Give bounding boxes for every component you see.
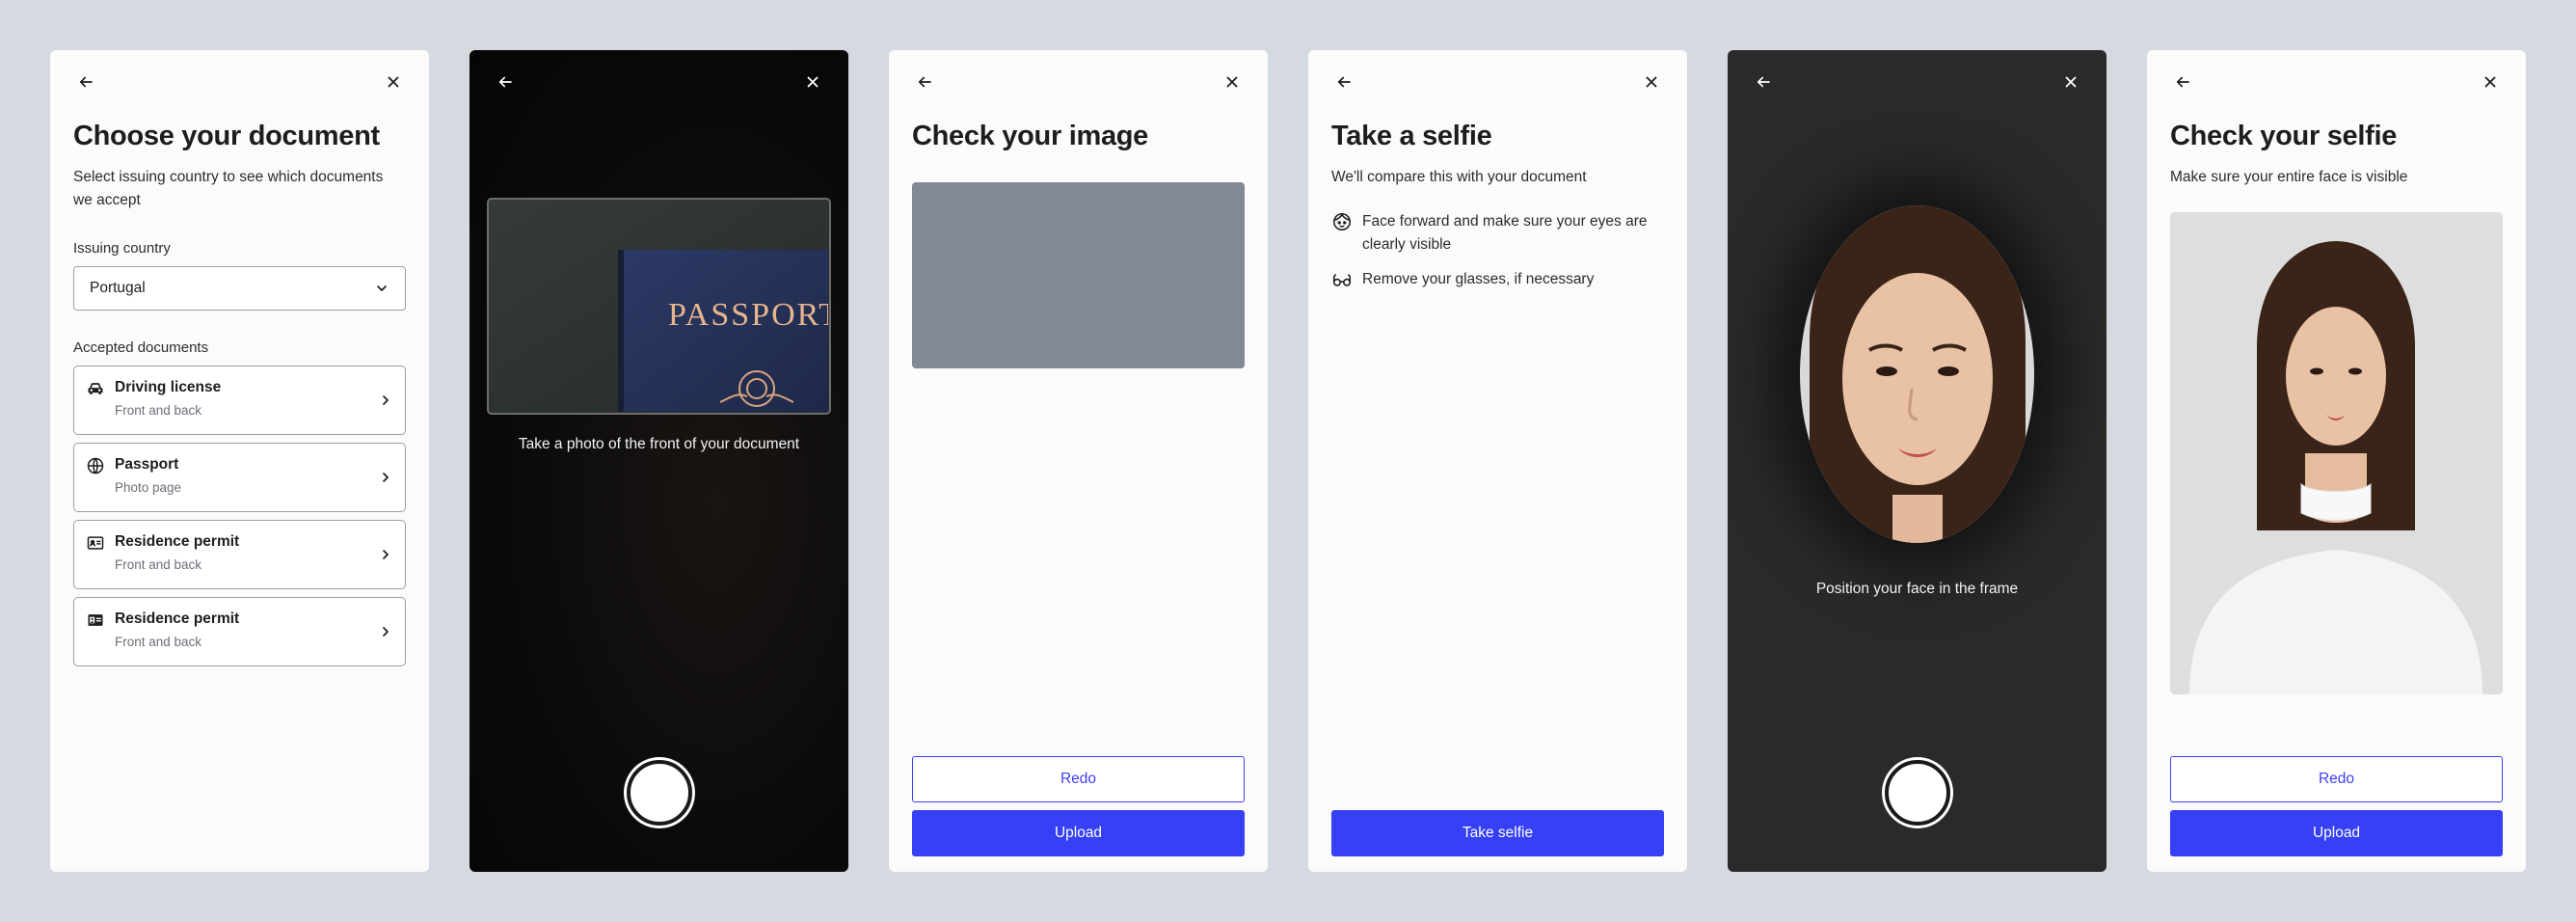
chevron-right-icon — [383, 473, 389, 482]
arrow-left-icon — [1337, 76, 1351, 88]
document-name: Residence permit — [115, 533, 240, 550]
document-option-driving-license[interactable]: Driving license Front and back — [73, 366, 406, 435]
page-title: Check your image — [912, 121, 1149, 151]
check-image-screen: Check your image Redo Upload — [889, 50, 1268, 872]
top-bar — [73, 69, 406, 95]
accepted-documents-label: Accepted documents — [73, 339, 209, 356]
tip-text: Face forward and make sure your eyes are… — [1362, 213, 1648, 253]
chevron-right-icon — [383, 395, 389, 405]
tip-text: Remove your glasses, if necessary — [1362, 271, 1595, 287]
selfie-camera-screen: Position your face in the frame — [1728, 50, 2106, 872]
check-selfie-screen: Check your selfie Make sure your entire … — [2147, 50, 2526, 872]
issuing-country-value: Portugal — [90, 280, 146, 296]
page-subtitle: We'll compare this with your document — [1331, 169, 1587, 185]
shutter-button[interactable] — [626, 760, 692, 826]
document-sides: Front and back — [115, 635, 202, 649]
page-title: Take a selfie — [1331, 121, 1492, 151]
close-icon — [1646, 76, 1657, 88]
close-icon — [807, 76, 818, 88]
page-subtitle: Select issuing country to see which docu… — [73, 169, 384, 208]
redo-button[interactable]: Redo — [2170, 756, 2503, 802]
document-sides: Front and back — [115, 557, 202, 572]
arrow-left-icon — [918, 76, 931, 88]
passport-cover-text: PASSPORT — [668, 297, 828, 333]
face-frame — [1800, 205, 2034, 543]
arrow-left-icon — [79, 76, 93, 88]
top-bar — [1751, 69, 2083, 95]
page-title: Check your selfie — [2170, 121, 2398, 151]
top-bar — [912, 69, 1245, 95]
close-icon — [388, 76, 399, 88]
close-button[interactable] — [2058, 69, 2083, 95]
shutter-button[interactable] — [1884, 760, 1950, 826]
document-name: Residence permit — [115, 610, 240, 627]
issuing-country-label: Issuing country — [73, 240, 171, 257]
document-name: Passport — [115, 456, 179, 473]
close-button[interactable] — [1639, 69, 1664, 95]
back-button[interactable] — [493, 69, 518, 95]
close-icon — [2065, 76, 2077, 88]
document-list: Driving license Front and back Passport … — [73, 366, 406, 674]
document-name: Driving license — [115, 379, 222, 395]
page-title: Choose your document — [73, 121, 380, 151]
face-preview-image — [1800, 205, 2034, 543]
take-selfie-screen: Take a selfie We'll compare this with yo… — [1308, 50, 1687, 872]
id-card-icon — [87, 536, 104, 550]
image-preview — [912, 182, 1245, 368]
tip-remove-glasses: Remove your glasses, if necessary — [1331, 268, 1664, 291]
top-bar — [1331, 69, 1664, 95]
selfie-preview-image — [2170, 212, 2503, 694]
chevron-right-icon — [383, 550, 389, 559]
close-button[interactable] — [1220, 69, 1245, 95]
glasses-icon — [1332, 274, 1352, 286]
selfie-preview — [2170, 212, 2503, 694]
document-viewfinder: PASSPORT — [487, 198, 831, 415]
back-button[interactable] — [912, 69, 937, 95]
back-button[interactable] — [1751, 69, 1776, 95]
arrow-left-icon — [1757, 76, 1770, 88]
document-sides: Front and back — [115, 403, 202, 418]
document-option-residence-permit-photo[interactable]: Residence permit Front and back — [73, 597, 406, 666]
close-button[interactable] — [800, 69, 825, 95]
top-bar — [2170, 69, 2503, 95]
photo-id-icon — [88, 614, 103, 626]
redo-button[interactable]: Redo — [912, 756, 1245, 802]
camera-instruction: Position your face in the frame — [1815, 581, 2019, 597]
upload-button[interactable]: Upload — [2170, 810, 2503, 856]
back-button[interactable] — [2170, 69, 2195, 95]
document-option-passport[interactable]: Passport Photo page — [73, 443, 406, 512]
upload-button[interactable]: Upload — [912, 810, 1245, 856]
globe-icon — [87, 457, 104, 475]
page-subtitle: Make sure your entire face is visible — [2170, 169, 2408, 185]
face-icon — [1332, 212, 1352, 231]
close-button[interactable] — [381, 69, 406, 95]
back-button[interactable] — [73, 69, 98, 95]
camera-instruction: Take a photo of the front of your docume… — [518, 436, 800, 452]
choose-document-screen: Choose your document Select issuing coun… — [50, 50, 429, 872]
arrow-left-icon — [498, 76, 512, 88]
chevron-right-icon — [383, 627, 389, 637]
top-bar — [493, 69, 825, 95]
document-sides: Photo page — [115, 480, 182, 495]
passport-preview-image: PASSPORT — [489, 200, 829, 413]
close-icon — [1226, 76, 1238, 88]
close-button[interactable] — [2478, 69, 2503, 95]
document-camera-screen: PASSPORT Take a photo of the front of yo… — [470, 50, 848, 872]
close-icon — [2484, 76, 2496, 88]
take-selfie-button[interactable]: Take selfie — [1331, 810, 1664, 856]
back-button[interactable] — [1331, 69, 1356, 95]
tip-face-forward: Face forward and make sure your eyes are… — [1331, 210, 1664, 257]
chevron-down-icon — [377, 285, 387, 291]
arrow-left-icon — [2176, 76, 2189, 88]
document-option-residence-permit[interactable]: Residence permit Front and back — [73, 520, 406, 589]
issuing-country-select[interactable]: Portugal — [73, 266, 406, 311]
car-icon — [88, 383, 103, 394]
